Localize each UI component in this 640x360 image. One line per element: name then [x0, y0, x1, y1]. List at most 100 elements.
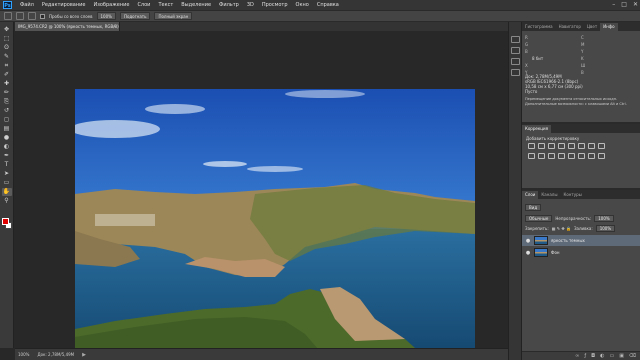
crop-icon[interactable]: ⌗ [2, 62, 12, 70]
foreground-color-swatch[interactable] [2, 218, 9, 225]
document-tab[interactable]: IMG_9574.CR2 @ 100% (яркость темных, RGB… [15, 22, 120, 31]
info-values: RCGMBY8 бит K X Ш Y В [525, 34, 637, 76]
document-image[interactable] [75, 89, 475, 357]
photofilter-icon[interactable] [528, 153, 535, 159]
menu-filter[interactable]: Фильтр [215, 2, 243, 8]
tab-navigator[interactable]: Навигатор [556, 23, 584, 31]
tab-paths[interactable]: Контуры [560, 191, 584, 199]
menu-file[interactable]: Файл [16, 2, 38, 8]
canvas-area[interactable] [15, 31, 508, 357]
healing-icon[interactable]: ✚ [2, 80, 12, 88]
vibrance-icon[interactable] [568, 143, 575, 149]
brush-icon[interactable]: ✏ [2, 89, 12, 97]
marquee-icon[interactable]: ⬚ [2, 35, 12, 43]
hand-icon[interactable]: ✋ [1, 188, 12, 196]
layer-kind-filter[interactable]: Вид [525, 203, 542, 211]
eraser-icon[interactable]: ◻ [2, 116, 12, 124]
menu-select[interactable]: Выделение [177, 2, 215, 8]
close-icon[interactable]: ✕ [633, 1, 638, 8]
tab-layers[interactable]: Слои [522, 191, 539, 199]
status-menu-icon[interactable]: ▶ [82, 352, 86, 358]
curves-icon[interactable] [548, 143, 555, 149]
maximize-icon[interactable]: □ [621, 1, 627, 8]
zoom-in-icon[interactable] [16, 12, 24, 20]
fit-screen-button[interactable]: Подогнать [119, 12, 151, 20]
gradient-icon[interactable]: ▤ [2, 125, 12, 133]
bw-icon[interactable] [598, 143, 605, 149]
tool-preset-icon[interactable] [4, 12, 12, 20]
fx-icon[interactable]: ƒ [584, 353, 586, 359]
colorlookup-icon[interactable] [548, 153, 555, 159]
fill-input[interactable]: 100% [595, 224, 616, 232]
lasso-icon[interactable]: ʘ [2, 44, 12, 52]
posterize-icon[interactable] [568, 153, 575, 159]
menu-help[interactable]: Справка [313, 2, 343, 8]
eye-icon[interactable]: ● [525, 238, 531, 244]
tab-histogram[interactable]: Гистограмма [522, 23, 556, 31]
info-key: M [581, 42, 585, 47]
tab-info[interactable]: Инфо [600, 23, 618, 31]
blur-icon[interactable]: ● [2, 134, 12, 142]
mask-icon[interactable]: ◘ [591, 353, 595, 359]
quick-select-icon[interactable]: ✎ [2, 53, 12, 61]
colorbalance-icon[interactable] [588, 143, 595, 149]
dodge-icon[interactable]: ◐ [2, 143, 12, 151]
hue-icon[interactable] [578, 143, 585, 149]
tab-channels[interactable]: Каналы [538, 191, 560, 199]
type-icon[interactable]: T [2, 161, 12, 169]
path-select-icon[interactable]: ➤ [2, 170, 12, 178]
gradientmap-icon[interactable] [588, 153, 595, 159]
info-document-details: Док: 2,78M/5,49M sRGB IEC61966-2.1 (8bpc)… [525, 74, 637, 94]
layer-name[interactable]: Фон [551, 250, 560, 255]
character-icon[interactable] [510, 58, 520, 65]
layer-item[interactable]: ● яркость темных [522, 235, 640, 246]
menu-image[interactable]: Изображение [89, 2, 133, 8]
menu-view[interactable]: Просмотр [258, 2, 292, 8]
window-controls: – □ ✕ [612, 1, 638, 8]
stamp-icon[interactable]: ⎘ [2, 98, 12, 106]
zoom-out-icon[interactable] [28, 12, 36, 20]
shape-icon[interactable]: ▭ [2, 179, 12, 187]
menu-type[interactable]: Текст [154, 2, 177, 8]
history-icon[interactable] [510, 36, 520, 43]
sample-all-checkbox[interactable] [40, 13, 45, 19]
levels-icon[interactable] [538, 143, 545, 149]
lock-icons[interactable]: ▦ ✎ ✥ 🔒 [552, 226, 571, 231]
blend-mode-select[interactable]: Обычные [525, 214, 553, 222]
properties-icon[interactable] [510, 47, 520, 54]
menu-bar: Ps Файл Редактирование Изображение Слои … [0, 0, 640, 10]
adjustment-layer-icon[interactable]: ◐ [600, 353, 604, 359]
tab-color[interactable]: Цвет [584, 23, 600, 31]
fill-screen-button[interactable]: Полный экран [154, 12, 193, 20]
options-bar: Пробы со всех слоев 100% Подогнать Полны… [0, 10, 640, 22]
paragraph-icon[interactable] [510, 69, 520, 76]
link-icon[interactable]: ∞ [575, 353, 579, 359]
menu-edit[interactable]: Редактирование [38, 2, 90, 8]
opacity-input[interactable]: 100% [594, 214, 614, 222]
zoom-100-button[interactable]: 100% [96, 12, 116, 20]
invert-icon[interactable] [558, 153, 565, 159]
move-icon[interactable]: ✥ [2, 26, 12, 34]
brightness-icon[interactable] [528, 143, 535, 149]
channelmixer-icon[interactable] [538, 153, 545, 159]
exposure-icon[interactable] [558, 143, 565, 149]
new-layer-icon[interactable]: ▣ [619, 353, 624, 359]
status-zoom[interactable]: 100% [18, 352, 29, 357]
menu-window[interactable]: Окно [292, 2, 313, 8]
folder-icon[interactable]: ▭ [609, 353, 614, 359]
layer-item[interactable]: ● Фон [522, 247, 640, 258]
trash-icon[interactable]: ⌫ [629, 353, 636, 359]
menu-3d[interactable]: 3D [243, 2, 258, 8]
history-brush-icon[interactable]: ↺ [2, 107, 12, 115]
threshold-icon[interactable] [578, 153, 585, 159]
layer-name[interactable]: яркость темных [551, 238, 585, 243]
minimize-icon[interactable]: – [612, 1, 615, 8]
menu-layers[interactable]: Слои [133, 2, 154, 8]
eyedropper-icon[interactable]: ✐ [2, 71, 12, 79]
selectivecolor-icon[interactable] [598, 153, 605, 159]
zoom-icon[interactable]: ⚲ [2, 197, 12, 205]
close-tab-icon[interactable]: × [113, 22, 116, 31]
pen-icon[interactable]: ✒ [2, 152, 12, 160]
tab-adjustments[interactable]: Коррекция [522, 125, 551, 133]
eye-icon[interactable]: ● [525, 250, 531, 256]
